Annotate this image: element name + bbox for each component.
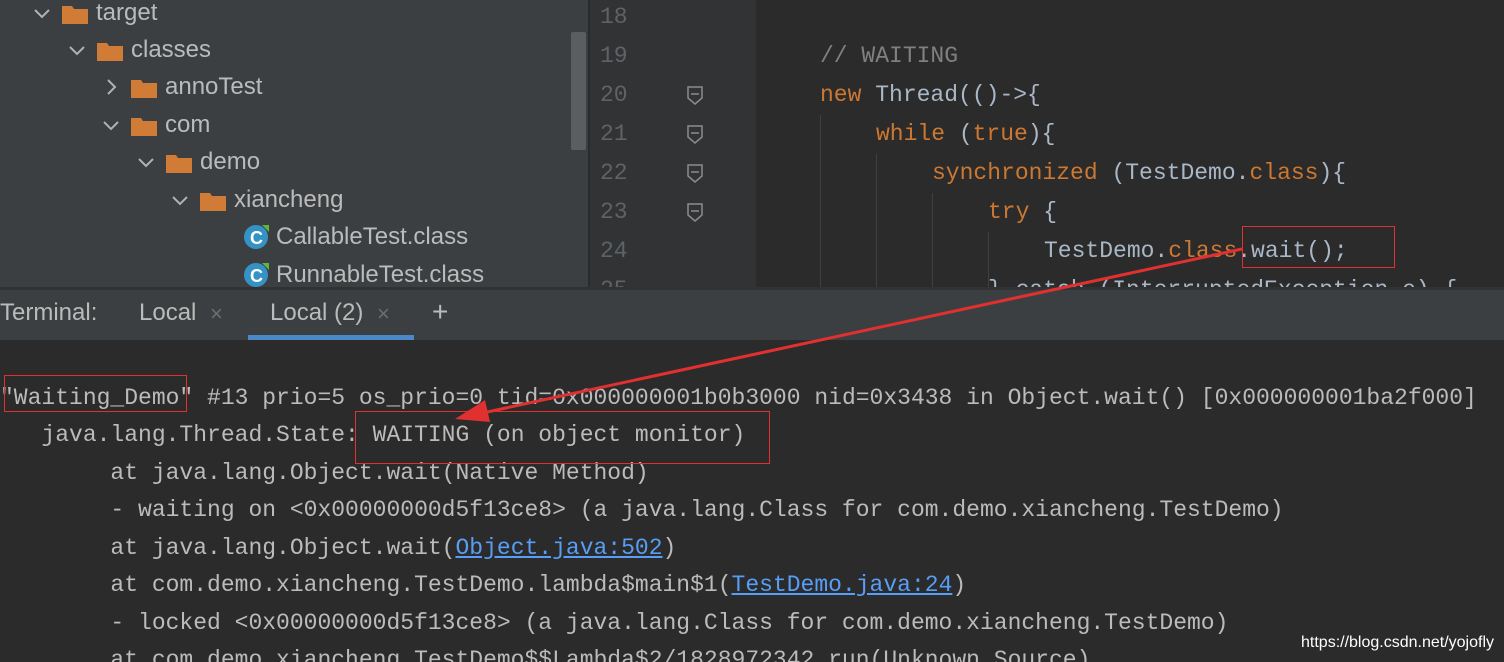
tree-item-label: target	[96, 0, 158, 26]
line-number: 20	[600, 82, 628, 108]
svg-text:C: C	[250, 266, 263, 286]
code-text: Thread(()->{	[861, 82, 1041, 108]
new-tab-button[interactable]: +	[432, 296, 448, 328]
code-text: (TestDemo.	[1097, 160, 1250, 186]
code-line-19: // WAITING	[820, 43, 958, 69]
line-number: 23	[600, 199, 628, 225]
indent-guide	[820, 115, 821, 287]
source-link[interactable]: TestDemo.java:24	[732, 572, 953, 598]
line-number: 21	[600, 121, 628, 147]
tree-item-com[interactable]: com	[101, 106, 210, 143]
stack-text: at com.demo.xiancheng.TestDemo.lambda$ma…	[0, 572, 732, 598]
svg-text:C: C	[250, 228, 263, 248]
fold-marker-icon[interactable]	[686, 203, 704, 223]
code-keyword: class	[1249, 160, 1319, 186]
line-number: 24	[600, 238, 628, 264]
code-line-22: synchronized (TestDemo.class){	[932, 160, 1346, 186]
thread-dump-line: "Waiting_Demo" #13 prio=5 os_prio=0 tid=…	[0, 385, 1477, 411]
code-text: TestDemo.	[1044, 238, 1169, 264]
highlight-box-wait-call	[1242, 226, 1395, 268]
fold-marker-icon[interactable]	[686, 164, 704, 184]
code-keyword: while	[876, 121, 946, 147]
code-keyword: synchronized	[932, 160, 1098, 186]
folder-icon	[97, 40, 123, 61]
tree-item-label: xiancheng	[234, 185, 344, 213]
tree-item-label: demo	[200, 147, 261, 175]
thread-dump-line: - waiting on <0x00000000d5f13ce8> (a jav…	[0, 497, 1284, 523]
code-keyword: class	[1168, 238, 1238, 264]
tree-item-xiancheng[interactable]: xiancheng	[170, 181, 343, 218]
tree-item-label: annoTest	[165, 72, 263, 100]
code-line-25: } catch (InterruptedException e) {	[988, 277, 1457, 287]
fold-marker-icon[interactable]	[686, 86, 704, 106]
code-keyword: new	[820, 82, 862, 108]
tree-item-target[interactable]: target	[32, 0, 157, 31]
chevron-right-icon[interactable]	[101, 77, 121, 97]
indent-guide	[876, 154, 877, 287]
stack-text: )	[952, 572, 967, 598]
tree-item-callabletest[interactable]: C CallableTest.class	[242, 218, 468, 255]
code-comment: // WAITING	[820, 43, 959, 69]
state-label: java.lang.Thread.State:	[0, 422, 373, 448]
code-text: } catch (InterruptedException e) {	[988, 277, 1457, 287]
highlight-box-thread-state	[355, 411, 770, 464]
code-text: {	[1029, 199, 1058, 225]
tree-scrollbar[interactable]	[571, 32, 586, 150]
chevron-down-icon[interactable]	[67, 40, 87, 60]
stack-text: at java.lang.Object.wait(	[0, 535, 456, 561]
thread-dump-line: at com.demo.xiancheng.TestDemo$$Lambda$2…	[0, 647, 1091, 662]
code-text: ){	[1027, 121, 1056, 147]
folder-icon	[131, 77, 157, 98]
code-keyword: true	[972, 121, 1028, 147]
tree-item-label: RunnableTest.class	[276, 260, 485, 288]
tree-item-label: CallableTest.class	[276, 222, 469, 250]
tree-item-label: com	[165, 110, 211, 138]
chevron-down-icon[interactable]	[32, 3, 52, 23]
line-number: 25	[600, 277, 660, 287]
line-number: 18	[600, 4, 628, 30]
watermark: https://blog.csdn.net/yojofly	[1301, 634, 1494, 651]
code-keyword: try	[988, 199, 1030, 225]
stack-text: )	[662, 535, 677, 561]
source-link[interactable]: Object.java:502	[455, 535, 662, 561]
java-class-icon: C	[242, 261, 270, 288]
code-text: ){	[1318, 160, 1347, 186]
code-line-23: try {	[988, 199, 1057, 225]
tree-item-annotest[interactable]: annoTest	[101, 68, 262, 105]
terminal-title: Terminal:	[0, 299, 98, 326]
chevron-down-icon[interactable]	[136, 152, 156, 172]
java-class-icon: C	[242, 223, 270, 251]
highlight-box-thread-name	[4, 375, 187, 412]
tree-item-runnabletest[interactable]: C RunnableTest.class	[242, 256, 484, 287]
indent-guide	[932, 193, 933, 287]
terminal-output[interactable]: "Waiting_Demo" #13 prio=5 os_prio=0 tid=…	[0, 340, 1504, 662]
tab-local-2[interactable]: Local (2)	[270, 299, 363, 327]
line-number: 22	[600, 160, 628, 186]
chevron-down-icon[interactable]	[101, 115, 121, 135]
code-line-21: while (true){	[876, 121, 1055, 147]
terminal-tab-bar: Terminal: Local × Local (2) × +	[0, 287, 1504, 340]
code-text: (	[945, 121, 973, 147]
thread-dump-line: - locked <0x00000000d5f13ce8> (a java.la…	[0, 610, 1229, 636]
fold-marker-icon[interactable]	[686, 125, 704, 145]
line-number: 19	[600, 43, 628, 69]
tree-item-demo[interactable]: demo	[136, 143, 260, 180]
folder-icon	[166, 152, 192, 173]
chevron-down-icon[interactable]	[170, 190, 190, 210]
thread-dump-line: at com.demo.xiancheng.TestDemo.lambda$ma…	[0, 572, 966, 598]
close-icon[interactable]: ×	[210, 301, 223, 327]
tree-item-classes[interactable]: classes	[67, 31, 211, 68]
tree-item-label: classes	[131, 35, 212, 63]
thread-info: #13 prio=5 os_prio=0 tid=0x000000001b0b3…	[193, 385, 1477, 411]
folder-icon	[131, 115, 157, 136]
close-icon[interactable]: ×	[377, 301, 390, 327]
code-line-20: new Thread(()->{	[820, 82, 1041, 108]
folder-icon	[62, 3, 88, 24]
thread-dump-line: at java.lang.Object.wait(Object.java:502…	[0, 535, 676, 561]
tab-local[interactable]: Local	[139, 299, 196, 327]
project-tree: target classes annoTest com demo xianche…	[0, 0, 588, 287]
folder-icon	[200, 190, 226, 211]
